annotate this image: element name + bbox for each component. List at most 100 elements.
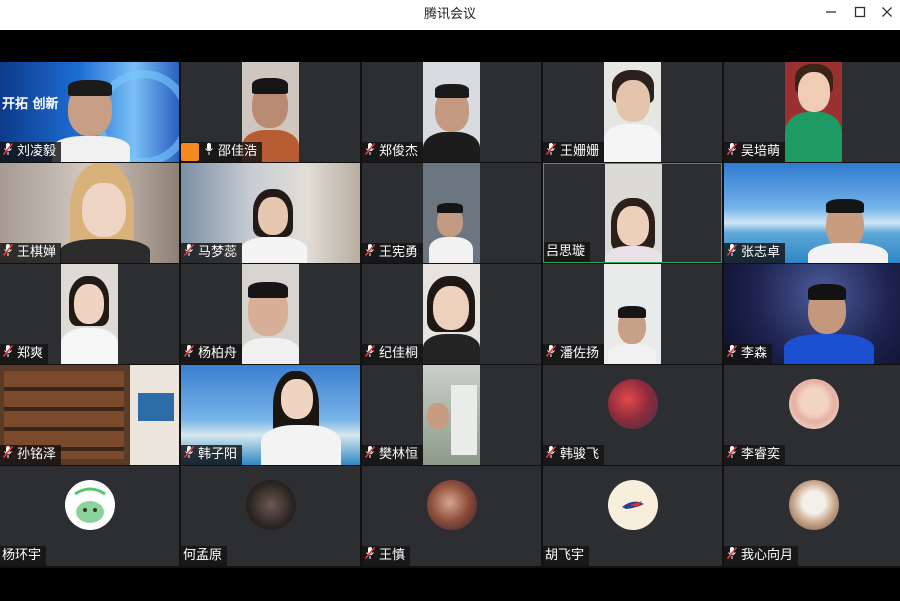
participant-tile[interactable]: 张志卓 bbox=[724, 163, 900, 263]
participant-name: 孙铭泽 bbox=[17, 447, 57, 462]
participant-tile[interactable]: 李森 bbox=[724, 264, 900, 364]
mic-muted-icon bbox=[726, 445, 741, 466]
person-icon bbox=[181, 143, 199, 161]
name-plate: 李睿奕 bbox=[724, 445, 786, 466]
participant-tile[interactable]: 郑爽 bbox=[0, 264, 179, 364]
maximize-icon[interactable] bbox=[845, 0, 875, 30]
video-feed bbox=[423, 264, 480, 364]
participant-name: 何孟原 bbox=[183, 548, 223, 563]
person-shirt bbox=[52, 136, 130, 162]
name-plate: 樊林恒 bbox=[362, 445, 424, 466]
video-feed bbox=[242, 264, 299, 364]
person-shirt bbox=[808, 243, 888, 263]
banner-text: 开拓 创新 bbox=[2, 97, 59, 112]
participant-tile[interactable]: 邵佳浩 bbox=[181, 62, 360, 162]
mic-muted-icon bbox=[364, 243, 379, 264]
video-feed bbox=[605, 164, 662, 262]
participant-tile[interactable]: 王姗姗 bbox=[543, 62, 722, 162]
participant-tile[interactable]: 郑俊杰 bbox=[362, 62, 541, 162]
name-plate: 韩子阳 bbox=[181, 445, 243, 466]
name-plate: 刘凌毅 bbox=[0, 142, 62, 163]
person-shirt bbox=[608, 344, 656, 364]
person-shirt bbox=[60, 239, 150, 263]
mic-muted-icon bbox=[183, 344, 198, 365]
mic-muted-icon bbox=[726, 344, 741, 365]
avatar bbox=[789, 379, 839, 429]
close-icon[interactable] bbox=[872, 0, 900, 30]
name-plate: 纪佳桐 bbox=[362, 344, 424, 364]
participant-name: 王慎 bbox=[379, 548, 406, 563]
video-feed bbox=[423, 62, 480, 162]
participant-name: 王宪勇 bbox=[379, 245, 419, 260]
participant-tile[interactable]: 杨柏舟 bbox=[181, 264, 360, 364]
person-face bbox=[433, 286, 469, 330]
person-face bbox=[798, 72, 830, 112]
name-plate: 郑俊杰 bbox=[362, 142, 424, 163]
participant-tile[interactable]: 樊林恒 bbox=[362, 365, 541, 465]
person-shirt bbox=[423, 132, 480, 162]
person-shirt bbox=[242, 338, 299, 364]
person-hair bbox=[68, 80, 112, 96]
mic-muted-icon bbox=[364, 142, 379, 163]
name-plate: 我心向月 bbox=[724, 546, 799, 566]
participant-name: 吕思璇 bbox=[546, 244, 586, 259]
participant-tile[interactable]: 我心向月 bbox=[724, 466, 900, 566]
participant-name: 郑爽 bbox=[17, 346, 44, 361]
person-face bbox=[74, 284, 104, 324]
person-shirt bbox=[605, 246, 662, 262]
participant-tile[interactable]: 何孟原 bbox=[181, 466, 360, 566]
participant-tile[interactable]: 李睿奕 bbox=[724, 365, 900, 465]
participant-tile[interactable]: 孙铭泽 bbox=[0, 365, 179, 465]
mic-muted-icon bbox=[2, 142, 17, 163]
participant-name: 潘佐扬 bbox=[560, 346, 600, 361]
name-plate: 何孟原 bbox=[181, 546, 228, 566]
person-face bbox=[427, 403, 449, 429]
participant-tile[interactable]: 纪佳桐 bbox=[362, 264, 541, 364]
participant-name: 杨环宇 bbox=[2, 548, 42, 563]
person-hair bbox=[826, 199, 864, 213]
participant-tile[interactable]: 胡飞宇 bbox=[543, 466, 722, 566]
person-shirt bbox=[423, 334, 480, 364]
participant-name: 刘凌毅 bbox=[17, 144, 57, 159]
participant-tile[interactable]: 开拓 创新 刘凌毅 bbox=[0, 62, 179, 162]
person-face bbox=[258, 197, 288, 235]
participant-tile[interactable]: 王棋婵 bbox=[0, 163, 179, 263]
participant-name: 李森 bbox=[741, 346, 768, 361]
doorway bbox=[451, 385, 477, 455]
participant-tile[interactable]: 韩骏飞 bbox=[543, 365, 722, 465]
mic-muted-icon bbox=[545, 344, 560, 365]
video-grid: 开拓 创新 刘凌毅 邵佳浩 郑俊杰 王姗姗 吴培萌 王棋婵 马梦蕊 王宪勇 吕思… bbox=[0, 62, 900, 568]
person-shirt bbox=[784, 334, 874, 364]
name-plate: 郑爽 bbox=[0, 344, 49, 364]
person-shirt bbox=[604, 124, 661, 162]
person-face bbox=[82, 183, 126, 237]
mic-muted-icon bbox=[183, 445, 198, 466]
participant-tile-active-speaker[interactable]: 吕思璇 bbox=[543, 163, 722, 263]
mic-muted-icon bbox=[364, 445, 379, 466]
participant-tile[interactable]: 潘佐扬 bbox=[543, 264, 722, 364]
person-face bbox=[281, 379, 313, 419]
mic-muted-icon bbox=[364, 546, 379, 567]
participant-name: 杨柏舟 bbox=[198, 346, 238, 361]
participant-name: 我心向月 bbox=[741, 548, 794, 563]
name-plate: 杨环宇 bbox=[0, 546, 47, 566]
participant-tile[interactable]: 吴培萌 bbox=[724, 62, 900, 162]
name-plate: 王棋婵 bbox=[0, 243, 62, 264]
avatar bbox=[608, 379, 658, 429]
person-shirt bbox=[241, 237, 307, 263]
person-hair bbox=[437, 203, 463, 213]
participant-name: 胡飞宇 bbox=[545, 548, 585, 563]
avatar bbox=[608, 480, 658, 530]
participant-tile[interactable]: 马梦蕊 bbox=[181, 163, 360, 263]
minimize-icon[interactable] bbox=[816, 0, 846, 30]
participant-name: 邵佳浩 bbox=[218, 144, 258, 159]
participant-tile[interactable]: 杨环宇 bbox=[0, 466, 179, 566]
mic-muted-icon bbox=[2, 243, 17, 264]
avatar bbox=[427, 480, 477, 530]
person-shirt bbox=[429, 237, 473, 263]
participant-tile[interactable]: 王宪勇 bbox=[362, 163, 541, 263]
participant-tile[interactable]: 韩子阳 bbox=[181, 365, 360, 465]
participant-tile[interactable]: 王慎 bbox=[362, 466, 541, 566]
name-plate: 孙铭泽 bbox=[0, 445, 62, 465]
monitor bbox=[138, 393, 174, 421]
